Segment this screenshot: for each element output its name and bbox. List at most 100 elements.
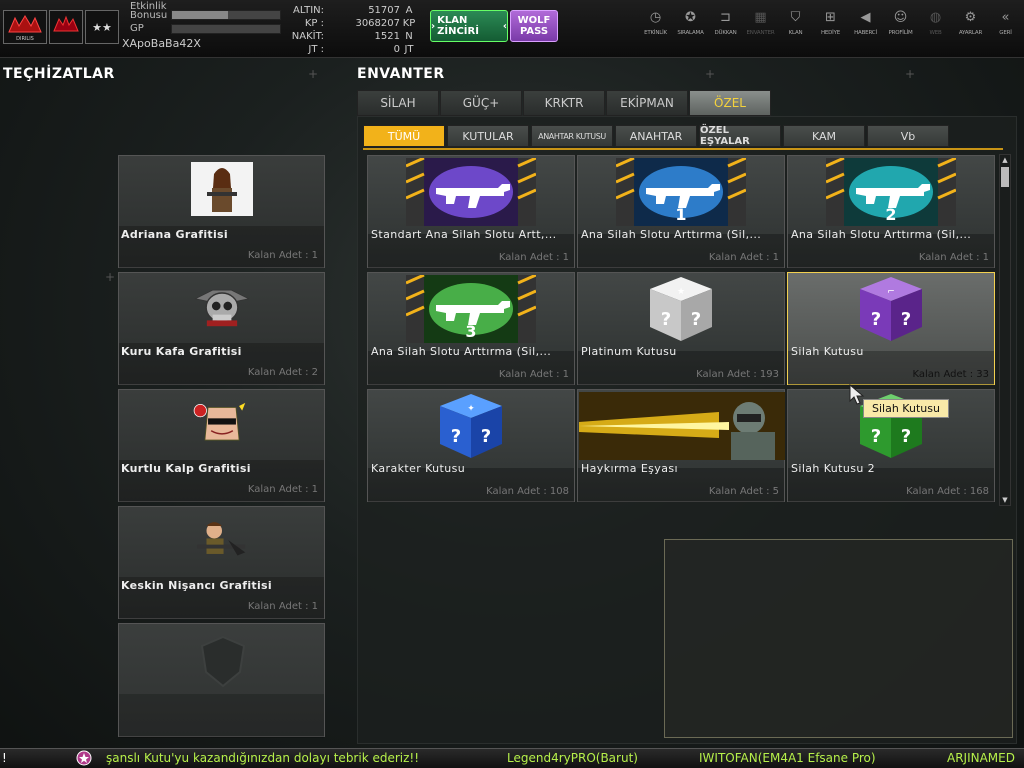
item-count: Kalan Adet : 1 — [498, 252, 569, 263]
rank-logo: DIRILIS — [3, 10, 47, 44]
equipment-card[interactable]: Keskin Nişancı Grafitisi Kalan Adet : 1 — [118, 506, 325, 619]
nav-profile[interactable]: ☺ PROFİLİM — [883, 8, 918, 37]
nav-label: KLAN — [788, 30, 803, 36]
wolf-pass-button[interactable]: WOLF PASS — [510, 10, 558, 42]
nav-clock[interactable]: ◷ ETKİNLİK — [638, 8, 673, 37]
equipment-title: TEÇHİZATLAR — [3, 66, 115, 82]
inventory-item[interactable]: Haykırma Eşyası Kalan Adet : 5 — [577, 389, 785, 502]
inventory-item[interactable]: ?? ★ Platinum Kutusu Kalan Adet : 193 — [577, 272, 785, 385]
inventory-item[interactable]: 1 Ana Silah Slotu Arttırma (Sil,... Kalan … — [577, 155, 785, 268]
event-bonus-fill — [172, 11, 229, 19]
currency-code: N — [405, 31, 413, 42]
nav-cart[interactable]: ⊐ DÜKKAN — [708, 8, 743, 37]
equipment-card[interactable]: Kurtlu Kalp Grafitisi Kalan Adet : 1 — [118, 389, 325, 502]
subtab-5[interactable]: KAM — [783, 125, 865, 147]
ticker-item: ARJINAMED — [947, 751, 1015, 765]
adriana-graffiti-icon — [191, 162, 253, 216]
svg-text:1: 1 — [675, 205, 686, 224]
globe-icon: ◍ — [929, 9, 942, 25]
inventory-item[interactable]: 3 Ana Silah Slotu Arttırma (Sil,... Kalan … — [367, 272, 575, 385]
inventory-item[interactable]: ?? ⌐ Silah Kutusu Kalan Adet : 33 — [787, 272, 995, 385]
subtab-3[interactable]: ANAHTAR — [615, 125, 697, 147]
item-count: Kalan Adet : 1 — [708, 252, 779, 263]
currency-code: KP — [402, 18, 416, 29]
item-name: Silah Kutusu 2 — [791, 462, 876, 475]
profile-icon: ☺ — [893, 9, 908, 25]
subtab-2[interactable]: ANAHTAR KUTUSU — [531, 125, 613, 147]
subtab-6[interactable]: Vb — [867, 125, 949, 147]
nav-medal[interactable]: ✪ SIRALAMA — [673, 8, 708, 37]
wolf-heart-graffiti-icon — [191, 396, 253, 450]
shield-icon: ⛉ — [790, 9, 801, 25]
sniper-graffiti-icon — [191, 513, 253, 567]
ticker-item: ! — [2, 751, 7, 765]
item-detail-box — [664, 539, 1013, 738]
inventory-item[interactable]: 2 Ana Silah Slotu Arttırma (Sil,... Kalan … — [787, 155, 995, 268]
nav-label: AYARLAR — [958, 30, 983, 36]
inventory-icon: ▦ — [754, 9, 767, 25]
currency-value: 1521 — [374, 31, 400, 42]
svg-text:3: 3 — [465, 322, 476, 341]
svg-text:?: ? — [871, 426, 881, 447]
tab-2[interactable]: KRKTR — [523, 90, 605, 116]
currency-row-jt: JT : 0 JT — [284, 43, 424, 56]
equipment-name: Kurtlu Kalp Grafitisi — [121, 462, 251, 475]
equipment-empty-slot[interactable] — [118, 623, 325, 738]
item-scrollbar[interactable]: ▲ ▼ — [999, 154, 1011, 506]
nav-globe[interactable]: ◍ WEB — [918, 8, 953, 37]
rank-stars: ★★ — [85, 10, 119, 44]
currency-value: 51707 — [368, 5, 400, 16]
tab-3[interactable]: EKİPMAN — [606, 90, 688, 116]
equipment-count: Kalan Adet : 1 — [247, 601, 318, 612]
currency-code: JT — [404, 44, 414, 55]
clan-logo[interactable] — [49, 10, 83, 44]
currency-panel: ALTIN: 51707 A KP : 3068207 KP NAKİT: 1521 N J… — [284, 4, 424, 56]
subtab-4[interactable]: ÖZEL EŞYALAR — [699, 125, 781, 147]
tab-1[interactable]: GÜÇ+ — [440, 90, 522, 116]
nav-inventory[interactable]: ▦ ENVANTER — [743, 8, 778, 37]
wolf-pass-line1: WOLF — [517, 15, 551, 26]
inventory-item[interactable]: Standart Ana Silah Slotu Artt,... Kalan A… — [367, 155, 575, 268]
clan-emblem-icon — [53, 15, 79, 32]
item-count: Kalan Adet : 1 — [918, 252, 989, 263]
tab-0[interactable]: SİLAH — [357, 90, 439, 116]
scroll-thumb[interactable] — [1001, 167, 1009, 187]
item-count: Kalan Adet : 193 — [696, 369, 779, 380]
cart-icon: ⊐ — [720, 9, 731, 25]
rifle-slot-teal-icon: 2 — [826, 158, 956, 226]
rifle-slot-green-icon: 3 — [406, 275, 536, 343]
platinum-box-icon: ?? ★ — [616, 275, 746, 343]
item-name: Platinum Kutusu — [581, 345, 677, 358]
equipment-count: Kalan Adet : 1 — [247, 484, 318, 495]
star-badge-icon — [76, 750, 92, 768]
nav-megaphone[interactable]: ◀ HABERCİ — [848, 8, 883, 37]
scroll-up-icon[interactable]: ▲ — [1000, 155, 1010, 165]
equipment-card[interactable]: Adriana Grafitisi Kalan Adet : 1 — [118, 155, 325, 268]
svg-text:★: ★ — [677, 287, 685, 297]
currency-value: 3068207 — [355, 18, 400, 29]
svg-text:?: ? — [481, 426, 491, 447]
nav-gear[interactable]: ⚙ AYARLAR — [953, 8, 988, 37]
item-name: Silah Kutusu — [791, 345, 864, 358]
decor-plus: + — [705, 67, 716, 81]
tab-4[interactable]: ÖZEL — [689, 90, 771, 116]
currency-label: KP : — [304, 18, 324, 29]
nav-shield[interactable]: ⛉ KLAN — [778, 8, 813, 37]
klan-chain-button[interactable]: › KLAN ZİNCİRİ ‹ — [430, 10, 508, 42]
nav-label: ENVANTER — [746, 30, 775, 36]
gp-bar — [171, 24, 281, 34]
nav-gift[interactable]: ⊞ HEDİYE — [813, 8, 848, 37]
nav-label: GERİ — [999, 30, 1012, 36]
inventory-title: ENVANTER — [357, 66, 445, 82]
nav-label: PROFİLİM — [888, 30, 913, 36]
subtab-0[interactable]: TÜMÜ — [363, 125, 445, 147]
ticker-item: şanslı Kutu'yu kazandığınızdan dolayı te… — [106, 751, 420, 765]
svg-text:?: ? — [451, 426, 461, 447]
svg-text:?: ? — [661, 309, 671, 330]
nav-back[interactable]: « GERİ — [988, 8, 1023, 37]
equipment-card[interactable]: Kuru Kafa Grafitisi Kalan Adet : 2 — [118, 272, 325, 385]
inventory-item[interactable]: ?? ✦ Karakter Kutusu Kalan Adet : 108 — [367, 389, 575, 502]
ticker-item: IWITOFAN(EM4A1 Efsane Pro) — [699, 751, 876, 765]
subtab-1[interactable]: KUTULAR — [447, 125, 529, 147]
scroll-down-icon[interactable]: ▼ — [1000, 495, 1010, 505]
